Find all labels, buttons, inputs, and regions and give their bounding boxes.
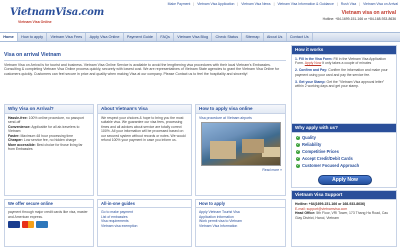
reason-item: ✓ Accept Credit/Debit Cards — [296, 155, 353, 161]
all-in-one-box: All-in-one guides Go to make payment Lis… — [97, 199, 192, 247]
all-in-one-title: All-in-one guides — [98, 200, 191, 208]
nav-faqs[interactable]: FAQs — [157, 33, 175, 41]
nav-home[interactable]: Home — [0, 33, 18, 41]
visa-card-icon — [8, 221, 20, 229]
apply-now-link[interactable]: Apply Now — [305, 61, 321, 65]
step-item: 2. Confirm and Pay: Confirm the informat… — [295, 68, 388, 77]
why-visa-title: Why Visa on Arrival? — [5, 105, 93, 114]
separator: | — [273, 2, 275, 6]
site-header: VietnamVisa.com Vietnam Visa Online Make… — [0, 0, 400, 32]
how-it-works-box: How it works 1. Fill in the Visa Form: F… — [291, 45, 397, 125]
check-icon: ✓ — [296, 162, 300, 168]
separator: | — [359, 2, 361, 6]
logo-slogan: Vietnam Visa Online — [18, 20, 52, 24]
reason-item: ✓ Reliability — [296, 141, 322, 147]
reason-item: ✓ Quality — [296, 134, 316, 140]
guide-link-exemption[interactable]: Vietnam visa exemption — [101, 224, 188, 229]
payment-text: payment through major credit cards like … — [8, 210, 88, 219]
reason-item: ✓ Competitive Prices — [296, 148, 339, 154]
top-link-visa-information[interactable]: Vietnam Visa Information & Guidance — [277, 2, 333, 8]
why-item: Convenience: Applicable for all air-trav… — [8, 124, 80, 134]
check-icon: ✓ — [296, 155, 300, 161]
top-link-visa-news[interactable]: Vietnam Visa News — [241, 2, 270, 8]
nav-contact-us[interactable]: Contact Us — [287, 33, 313, 41]
site-logo[interactable]: VietnamVisa.com Vietnam Visa Online — [4, 3, 104, 25]
check-icon: ✓ — [296, 141, 300, 147]
step-item: 3. Get your Stamp: Get the "Vietnam Visa… — [295, 79, 385, 89]
why-apply-box: Why apply with us? ✓ Quality ✓ Reliability… — [291, 123, 397, 188]
top-links: Make Payment | Vietnam Visa Application | … — [133, 2, 398, 8]
how-to-apply-links-title: How to apply — [196, 200, 285, 208]
why-visa-list: Hassle-free: 100% online procedure, no p… — [5, 114, 93, 154]
welcome-text: Vietnam Visa on Arrival is for tourist a… — [4, 63, 280, 76]
why-visa-box: Why Visa on Arrival? Hassle-free: 100% o… — [4, 104, 94, 196]
separator: | — [193, 2, 195, 6]
why-apply-title: Why apply with us? — [292, 124, 396, 133]
top-link-rush-visa[interactable]: Rush Visa — [341, 2, 356, 8]
divider — [4, 60, 286, 61]
nav-check-status[interactable]: Check Status — [212, 33, 243, 41]
airport-photo[interactable] — [200, 122, 281, 167]
how-to-apply-links-box: How to apply Apply Vietnam Tourist Visa … — [195, 199, 286, 247]
apply-link-visa-information[interactable]: Vietnam Visa Information — [199, 224, 282, 229]
top-link-visa-application[interactable]: Vietnam Visa Application — [197, 2, 234, 8]
payment-body: payment through major credit cards like … — [5, 208, 93, 230]
logo-text[interactable]: VietnamVisa.com — [10, 7, 104, 20]
nav-about-us[interactable]: About Us — [264, 33, 287, 41]
top-link-make-payment[interactable]: Make Payment — [168, 2, 191, 8]
check-icon: ✓ — [296, 134, 300, 140]
about-visa-text: We respect your choices & hope to bring … — [101, 116, 186, 143]
payment-box: We offer secure online payment through m… — [4, 199, 94, 247]
nav-payment-guide[interactable]: Payment Guide — [124, 33, 158, 41]
support-office: Head Office: 5th Floor, VRI Tower, 173 T… — [295, 211, 389, 220]
why-item: More accessible: Best choice for those l… — [8, 142, 83, 152]
how-it-works-steps: 1. Fill in the Visa Form: Fill in the Vi… — [292, 55, 396, 93]
card-logos — [8, 221, 90, 229]
how-to-apply-links: Apply Vietnam Tourist Visa Application i… — [196, 208, 285, 231]
separator: | — [237, 2, 239, 6]
mastercard-icon — [22, 221, 34, 229]
nav-visa-blog[interactable]: Vietnam Visa Blog — [174, 33, 213, 41]
support-body: Hotline: +84(1699-151-166 or 168-933-863… — [292, 200, 396, 223]
nav-how-to-apply[interactable]: How to apply — [18, 33, 48, 41]
hotline-title: Vietnam visa on arrival — [341, 10, 396, 16]
how-to-apply-title: How to apply visa online — [196, 105, 285, 114]
nav-visa-fees[interactable]: Vietnam Visa Fees — [47, 33, 87, 41]
separator: | — [336, 2, 338, 6]
why-item: Hassle-free: 100% online procedure, no p… — [8, 116, 84, 125]
how-to-apply-box: How to apply visa online Visa procedure … — [195, 104, 286, 196]
support-title: Vietnam Visa Support — [292, 191, 396, 200]
welcome-section: Visa on arrival Vietnam Vietnam Visa on … — [4, 52, 286, 108]
read-more-link[interactable]: Read more » — [199, 168, 282, 172]
apply-now-button[interactable]: Apply Now — [318, 175, 372, 185]
nav-sitemap[interactable]: Sitemap — [242, 33, 264, 41]
about-visa-title: About Vietnam's Visa — [98, 105, 191, 114]
about-visa-box: About Vietnam's Visa We respect your cho… — [97, 104, 192, 196]
nav-apply-visa-online[interactable]: Apply Visa Online — [86, 33, 124, 41]
reason-item: ✓ Customer Focused Approach — [296, 162, 360, 168]
hotline-box: Vietnam visa on arrival Hotline: +84-169… — [292, 10, 396, 22]
support-box: Vietnam Visa Support Hotline: +84(1699-1… — [291, 190, 397, 247]
amex-card-icon — [36, 221, 48, 229]
top-link-visa-on-arrival[interactable]: Vietnam Visa on Arrival — [363, 2, 398, 8]
how-to-apply-caption[interactable]: Visa procedure at Vietnam airports — [199, 116, 282, 120]
hotline-numbers: Hotline: +84-1699-151-166 or +84-168-933… — [322, 17, 396, 22]
how-to-apply-body: Visa procedure at Vietnam airports Read … — [196, 114, 285, 175]
reasons-list: ✓ Quality ✓ Reliability ✓ Competitive Price… — [292, 133, 396, 172]
step-item: 1. Fill in the Visa Form: Fill in the Vi… — [295, 57, 386, 66]
welcome-title: Visa on arrival Vietnam — [4, 52, 61, 58]
check-icon: ✓ — [296, 148, 300, 154]
how-it-works-title: How it works — [292, 46, 396, 55]
all-in-one-links: Go to make payment List of embassies Vis… — [98, 208, 191, 231]
main-nav: Home How to apply Vietnam Visa Fees Appl… — [0, 32, 400, 42]
payment-title: We offer secure online — [5, 200, 93, 208]
